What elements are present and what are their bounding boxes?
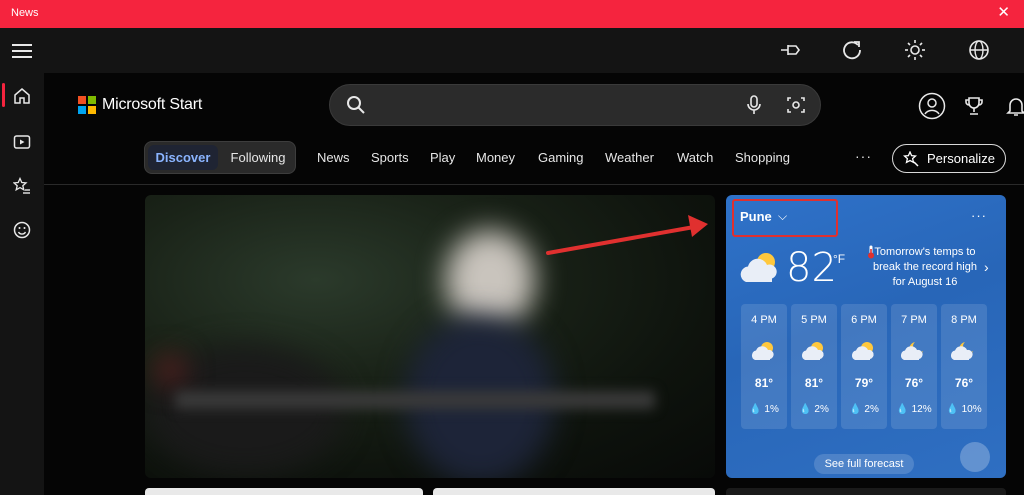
news-card-partial[interactable]	[145, 488, 423, 495]
video-icon[interactable]	[11, 131, 33, 153]
blurred-source-logo	[155, 355, 185, 385]
hourly-forecast: 4 PM 81° 💧 1% 5 PM 81° 💧 2% 6 PM 79° 💧 2…	[741, 304, 987, 429]
hamburger-icon[interactable]	[12, 44, 32, 58]
personalize-label: Personalize	[927, 151, 995, 166]
notification-bell-icon[interactable]	[1002, 92, 1024, 120]
hour-precipitation: 💧 2%	[849, 404, 879, 415]
nav-link-weather[interactable]: Weather	[605, 150, 654, 165]
search-input[interactable]	[378, 93, 758, 117]
microphone-icon[interactable]	[746, 95, 762, 120]
nav-link-news[interactable]: News	[317, 150, 350, 165]
hour-temperature: 76°	[954, 376, 974, 390]
more-nav-button[interactable]: ···	[855, 148, 872, 164]
nav-link-watch[interactable]: Watch	[677, 150, 713, 165]
hourly-item[interactable]: 4 PM 81° 💧 1%	[741, 304, 787, 429]
hourly-item[interactable]: 5 PM 81° 💧 2%	[791, 304, 837, 429]
hour-time: 8 PM	[951, 314, 977, 326]
feed-toggle: Discover Following	[144, 141, 296, 174]
hour-temperature: 76°	[904, 376, 924, 390]
weather-alert[interactable]: Tomorrow's temps to break the record hig…	[866, 245, 984, 290]
tab-discover[interactable]: Discover	[148, 145, 218, 170]
hour-precipitation: 💧 2%	[799, 404, 829, 415]
brand-logo[interactable]: Microsoft Start	[78, 96, 202, 114]
left-nav-rail	[0, 73, 44, 495]
partly-sunny-icon	[751, 340, 777, 367]
nav-link-sports[interactable]: Sports	[371, 150, 409, 165]
nav-link-money[interactable]: Money	[476, 150, 515, 165]
window-title-bar: News ✕	[0, 0, 1024, 28]
nav-link-shopping[interactable]: Shopping	[735, 150, 790, 165]
hourly-item[interactable]: 6 PM 79° 💧 2%	[841, 304, 887, 429]
chevron-down-icon[interactable]: ⌵	[778, 209, 787, 224]
see-full-forecast-button[interactable]: See full forecast	[814, 454, 914, 474]
hourly-item[interactable]: 7 PM 76° 💧 12%	[891, 304, 937, 429]
hero-news-image[interactable]	[145, 195, 715, 478]
close-window-button[interactable]: ✕	[997, 5, 1010, 21]
feedback-smiley-icon[interactable]	[11, 219, 33, 241]
partly-sunny-icon	[801, 340, 827, 367]
chevron-right-icon[interactable]: ›	[984, 259, 989, 275]
nav-link-play[interactable]: Play	[430, 150, 455, 165]
hour-time: 5 PM	[801, 314, 827, 326]
account-icon[interactable]	[918, 92, 946, 120]
search-icon[interactable]	[346, 95, 366, 120]
favorites-icon[interactable]	[11, 175, 33, 197]
partly-cloudy-night-icon	[900, 340, 927, 367]
partly-sunny-icon	[851, 340, 877, 367]
hour-temperature: 81°	[754, 376, 774, 390]
pin-icon[interactable]	[776, 36, 804, 64]
window-title: News	[11, 7, 39, 19]
news-card-partial[interactable]	[433, 488, 715, 495]
brand-name: Microsoft Start	[102, 96, 203, 113]
hourly-item[interactable]: 8 PM 76° 💧 10%	[941, 304, 987, 429]
hour-temperature: 81°	[804, 376, 824, 390]
refresh-icon[interactable]	[838, 36, 866, 64]
app-toolbar	[0, 28, 1024, 73]
hour-time: 7 PM	[901, 314, 927, 326]
visual-search-icon[interactable]	[786, 95, 806, 120]
globe-icon[interactable]	[965, 36, 993, 64]
microsoft-logo-icon	[78, 96, 96, 114]
tab-following[interactable]: Following	[223, 145, 293, 170]
current-temperature: 82	[786, 245, 837, 291]
temperature-unit[interactable]: °F	[833, 252, 845, 266]
partly-sunny-icon	[738, 249, 784, 290]
active-indicator	[2, 83, 5, 107]
personalize-button[interactable]: Personalize	[892, 144, 1006, 173]
hour-time: 4 PM	[751, 314, 777, 326]
partly-cloudy-night-icon	[950, 340, 977, 367]
weather-card[interactable]: Pune ⌵ ··· 82 °F Tomorrow's temps to bre…	[726, 195, 1006, 478]
search-bar	[329, 84, 821, 126]
hour-precipitation: 💧 1%	[749, 404, 779, 415]
hour-time: 6 PM	[851, 314, 877, 326]
hour-precipitation: 💧 10%	[946, 404, 982, 415]
header-divider	[44, 184, 1024, 185]
personalize-icon	[903, 150, 919, 167]
nav-link-gaming[interactable]: Gaming	[538, 150, 584, 165]
weather-location[interactable]: Pune	[740, 209, 772, 224]
rewards-trophy-icon[interactable]	[960, 92, 988, 120]
brightness-icon[interactable]	[901, 36, 929, 64]
home-icon[interactable]	[11, 85, 33, 107]
feedback-icon[interactable]	[960, 442, 990, 472]
news-card-partial[interactable]	[726, 488, 1006, 495]
hour-temperature: 79°	[854, 376, 874, 390]
weather-menu-button[interactable]: ···	[971, 208, 987, 223]
hour-precipitation: 💧 12%	[896, 404, 932, 415]
blurred-headline	[175, 391, 655, 409]
